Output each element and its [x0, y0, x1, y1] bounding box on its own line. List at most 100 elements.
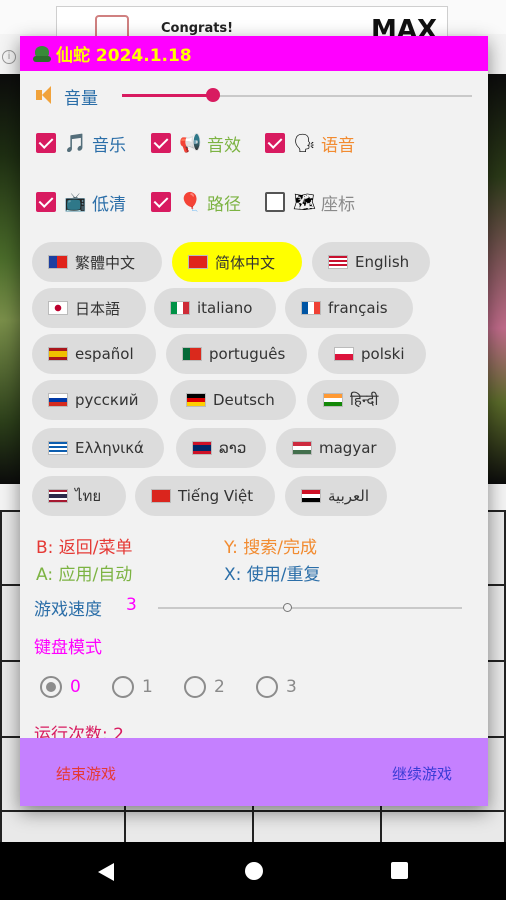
- dialog-footer: 结束游戏 继续游戏: [20, 738, 488, 806]
- language-chip-fr[interactable]: français: [285, 288, 413, 328]
- path-check-box[interactable]: [151, 192, 171, 212]
- language-chip-gr[interactable]: Ελληνικά: [32, 428, 164, 468]
- music-note-icon: 🎵: [64, 132, 87, 154]
- checkbox-label: 语音: [321, 135, 355, 156]
- radio-label: 0: [70, 677, 81, 697]
- voice-check-box[interactable]: [265, 133, 285, 153]
- display-options-row: 📺 低清 🎈 路径 🗺 座标: [36, 189, 476, 215]
- flag-pt-icon: [182, 347, 202, 361]
- language-chip-it[interactable]: italiano: [154, 288, 276, 328]
- language-label: Tiếng Việt: [178, 487, 254, 505]
- language-chip-pt[interactable]: português: [166, 334, 307, 374]
- continue-game-button[interactable]: 继续游戏: [392, 763, 452, 784]
- voice-checkbox[interactable]: 🗣 语音: [265, 130, 355, 156]
- language-label: ไทย: [75, 487, 102, 505]
- keyboard-mode-radio-2[interactable]: 2: [184, 674, 225, 700]
- radio-button[interactable]: [184, 676, 206, 698]
- speed-value: 3: [126, 595, 137, 615]
- sfx-checkbox[interactable]: 📢 音效: [151, 130, 241, 156]
- banner-title: Congrats!: [161, 21, 234, 36]
- language-chip-jp[interactable]: 日本語: [32, 288, 146, 328]
- keyboard-mode-radio-3[interactable]: 3: [256, 674, 297, 700]
- language-label: español: [75, 345, 134, 363]
- speed-row: 游戏速度 3: [34, 594, 474, 622]
- language-chip-cn[interactable]: 简体中文: [172, 242, 302, 282]
- language-label: polski: [361, 345, 405, 363]
- flag-vn-icon: [151, 489, 171, 503]
- language-chip-tw[interactable]: 繁體中文: [32, 242, 162, 282]
- sfx-check-box[interactable]: [151, 133, 171, 153]
- map-icon: 🗺: [293, 191, 316, 213]
- music-check-box[interactable]: [36, 133, 56, 153]
- tv-icon: 📺: [64, 191, 87, 213]
- language-label: English: [355, 253, 410, 271]
- radio-button[interactable]: [256, 676, 278, 698]
- language-label: 日本語: [75, 299, 121, 318]
- language-label: 简体中文: [215, 253, 276, 272]
- coordinates-checkbox[interactable]: 🗺 座标: [265, 189, 355, 215]
- language-label: Deutsch: [213, 391, 275, 409]
- path-checkbox[interactable]: 🎈 路径: [151, 189, 241, 215]
- flag-jp-icon: [48, 301, 68, 315]
- game-scene-left: [0, 74, 22, 484]
- volume-slider-thumb[interactable]: [206, 88, 220, 102]
- keyboard-mode-radio-0[interactable]: 0: [40, 674, 81, 700]
- language-chip-eg[interactable]: العربية: [285, 476, 387, 516]
- checkbox-label: 路径: [207, 194, 241, 215]
- speed-slider-thumb[interactable]: [283, 603, 292, 612]
- language-chip-hu[interactable]: magyar: [276, 428, 396, 468]
- flag-ru-icon: [48, 393, 68, 407]
- checkbox-label: 音乐: [92, 135, 126, 156]
- low-quality-check-box[interactable]: [36, 192, 56, 212]
- flag-tw-icon: [48, 255, 68, 269]
- language-chip-in[interactable]: हिन्दी: [307, 380, 399, 420]
- language-label: magyar: [319, 439, 377, 457]
- flag-gr-icon: [48, 441, 68, 455]
- keyboard-mode-label: 键盘模式: [34, 638, 102, 658]
- sound-options-row: 🎵 音乐 📢 音效 🗣 语音: [36, 130, 476, 156]
- key-hint-b: B: 返回/菜单: [36, 538, 133, 558]
- home-icon[interactable]: [224, 842, 284, 900]
- radio-label: 2: [214, 677, 225, 697]
- language-chip-vn[interactable]: Tiếng Việt: [135, 476, 275, 516]
- language-chip-us[interactable]: English: [312, 242, 430, 282]
- language-chip-es[interactable]: español: [32, 334, 156, 374]
- navigation-bar: [0, 842, 506, 900]
- flag-th-icon: [48, 489, 68, 503]
- language-label: हिन्दी: [350, 391, 379, 409]
- low-quality-checkbox[interactable]: 📺 低清: [36, 189, 126, 215]
- checkbox-label: 音效: [207, 135, 241, 156]
- info-icon[interactable]: i: [2, 50, 16, 64]
- settings-dialog: 仙蛇 2024.1.18 音量 🎵 音乐 📢 音效 🗣 语音 📺 低清 🎈 路径…: [20, 36, 488, 806]
- megaphone-icon: 📢: [179, 132, 202, 154]
- back-icon[interactable]: [76, 842, 136, 900]
- language-chip-pl[interactable]: polski: [318, 334, 426, 374]
- language-chip-de[interactable]: Deutsch: [170, 380, 296, 420]
- language-chip-ru[interactable]: русский: [32, 380, 158, 420]
- flag-us-icon: [328, 255, 348, 269]
- volume-row: 音量: [34, 82, 474, 109]
- recent-apps-icon[interactable]: [370, 842, 430, 900]
- key-hint-a: A: 应用/自动: [36, 565, 133, 585]
- music-checkbox[interactable]: 🎵 音乐: [36, 130, 126, 156]
- radio-button[interactable]: [112, 676, 134, 698]
- language-label: ລາວ: [219, 439, 247, 457]
- coordinates-check-box[interactable]: [265, 192, 285, 212]
- language-label: العربية: [328, 487, 369, 505]
- speaking-head-icon: 🗣: [293, 132, 316, 154]
- language-label: français: [328, 299, 388, 317]
- end-game-button[interactable]: 结束游戏: [56, 763, 116, 784]
- radio-button[interactable]: [40, 676, 62, 698]
- checkbox-label: 座标: [321, 194, 355, 215]
- radio-label: 3: [286, 677, 297, 697]
- flag-la-icon: [192, 441, 212, 455]
- volume-label: 音量: [64, 89, 98, 109]
- language-label: Ελληνικά: [75, 439, 144, 457]
- language-chip-la[interactable]: ລາວ: [176, 428, 266, 468]
- flag-hu-icon: [292, 441, 312, 455]
- flag-de-icon: [186, 393, 206, 407]
- snake-icon: [32, 44, 52, 64]
- flag-it-icon: [170, 301, 190, 315]
- language-chip-th[interactable]: ไทย: [32, 476, 126, 516]
- keyboard-mode-radio-1[interactable]: 1: [112, 674, 153, 700]
